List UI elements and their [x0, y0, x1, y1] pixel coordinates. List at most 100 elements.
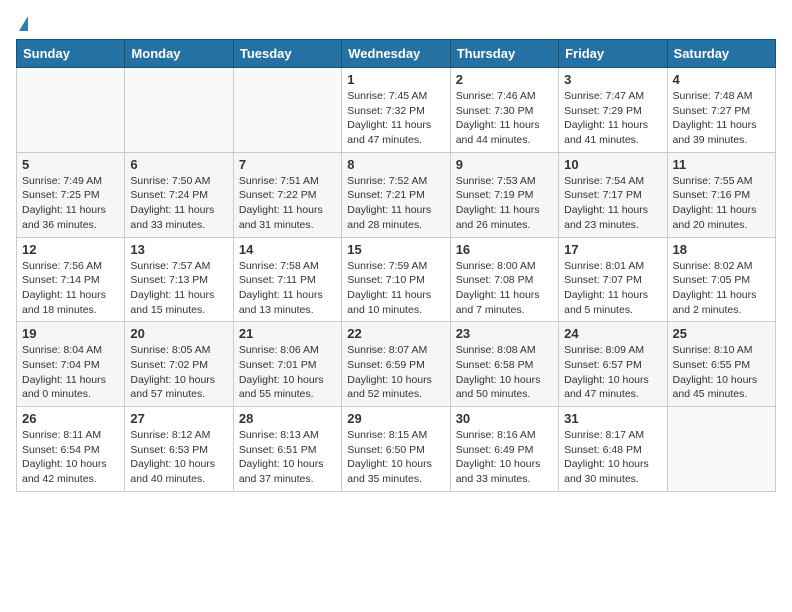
page-header [16, 16, 776, 29]
day-number: 29 [347, 411, 444, 426]
day-number: 19 [22, 326, 119, 341]
day-of-week-header: Friday [559, 40, 667, 68]
calendar-cell: 18Sunrise: 8:02 AM Sunset: 7:05 PM Dayli… [667, 237, 775, 322]
day-number: 1 [347, 72, 444, 87]
day-number: 11 [673, 157, 770, 172]
calendar-cell [17, 68, 125, 153]
day-number: 31 [564, 411, 661, 426]
day-content: Sunrise: 8:04 AM Sunset: 7:04 PM Dayligh… [22, 343, 119, 402]
day-number: 18 [673, 242, 770, 257]
day-content: Sunrise: 7:58 AM Sunset: 7:11 PM Dayligh… [239, 259, 336, 318]
day-content: Sunrise: 7:51 AM Sunset: 7:22 PM Dayligh… [239, 174, 336, 233]
day-content: Sunrise: 7:50 AM Sunset: 7:24 PM Dayligh… [130, 174, 227, 233]
calendar-cell: 23 Sunrise: 8:08 AM Sunset: 6:58 PM Dayli… [450, 322, 558, 407]
day-content: Sunrise: 8:12 AM Sunset: 6:53 PM Dayligh… [130, 428, 227, 487]
logo-triangle-icon [19, 16, 28, 31]
day-number: 28 [239, 411, 336, 426]
calendar-cell: 28Sunrise: 8:13 AM Sunset: 6:51 PM Dayli… [233, 407, 341, 492]
calendar-cell [233, 68, 341, 153]
calendar-cell: 30 Sunrise: 8:16 AM Sunset: 6:49 PM Dayli… [450, 407, 558, 492]
calendar-body: 1Sunrise: 7:45 AM Sunset: 7:32 PM Daylig… [17, 68, 776, 492]
calendar-cell: 2Sunrise: 7:46 AM Sunset: 7:30 PM Daylig… [450, 68, 558, 153]
day-of-week-header: Saturday [667, 40, 775, 68]
day-content: Sunrise: 8:16 AM Sunset: 6:49 PM Dayligh… [456, 428, 553, 487]
day-content: Sunrise: 7:55 AM Sunset: 7:16 PM Dayligh… [673, 174, 770, 233]
day-content: Sunrise: 8:00 AM Sunset: 7:08 PM Dayligh… [456, 259, 553, 318]
day-number: 2 [456, 72, 553, 87]
day-content: Sunrise: 7:48 AM Sunset: 7:27 PM Dayligh… [673, 89, 770, 148]
calendar-cell: 7 Sunrise: 7:51 AM Sunset: 7:22 PM Daylig… [233, 152, 341, 237]
day-of-week-header: Monday [125, 40, 233, 68]
day-content: Sunrise: 8:17 AM Sunset: 6:48 PM Dayligh… [564, 428, 661, 487]
day-content: Sunrise: 7:56 AM Sunset: 7:14 PM Dayligh… [22, 259, 119, 318]
calendar-cell: 9 Sunrise: 7:53 AM Sunset: 7:19 PM Daylig… [450, 152, 558, 237]
calendar-cell: 13Sunrise: 7:57 AM Sunset: 7:13 PM Dayli… [125, 237, 233, 322]
calendar-cell: 11 Sunrise: 7:55 AM Sunset: 7:16 PM Dayli… [667, 152, 775, 237]
day-number: 20 [130, 326, 227, 341]
day-number: 23 [456, 326, 553, 341]
calendar-cell: 12 Sunrise: 7:56 AM Sunset: 7:14 PM Dayli… [17, 237, 125, 322]
day-content: Sunrise: 7:47 AM Sunset: 7:29 PM Dayligh… [564, 89, 661, 148]
calendar-cell: 17 Sunrise: 8:01 AM Sunset: 7:07 PM Dayli… [559, 237, 667, 322]
day-number: 5 [22, 157, 119, 172]
day-number: 12 [22, 242, 119, 257]
calendar-cell: 8Sunrise: 7:52 AM Sunset: 7:21 PM Daylig… [342, 152, 450, 237]
calendar-cell: 21 Sunrise: 8:06 AM Sunset: 7:01 PM Dayli… [233, 322, 341, 407]
calendar-cell: 16 Sunrise: 8:00 AM Sunset: 7:08 PM Dayli… [450, 237, 558, 322]
day-number: 24 [564, 326, 661, 341]
calendar-cell: 6 Sunrise: 7:50 AM Sunset: 7:24 PM Daylig… [125, 152, 233, 237]
calendar-week-row: 12 Sunrise: 7:56 AM Sunset: 7:14 PM Dayli… [17, 237, 776, 322]
day-content: Sunrise: 7:57 AM Sunset: 7:13 PM Dayligh… [130, 259, 227, 318]
day-number: 17 [564, 242, 661, 257]
day-number: 7 [239, 157, 336, 172]
day-number: 21 [239, 326, 336, 341]
day-number: 3 [564, 72, 661, 87]
calendar-week-row: 5 Sunrise: 7:49 AM Sunset: 7:25 PM Daylig… [17, 152, 776, 237]
day-number: 4 [673, 72, 770, 87]
day-content: Sunrise: 7:59 AM Sunset: 7:10 PM Dayligh… [347, 259, 444, 318]
logo [16, 16, 28, 29]
calendar-cell: 20Sunrise: 8:05 AM Sunset: 7:02 PM Dayli… [125, 322, 233, 407]
day-content: Sunrise: 7:53 AM Sunset: 7:19 PM Dayligh… [456, 174, 553, 233]
calendar-cell: 10 Sunrise: 7:54 AM Sunset: 7:17 PM Dayli… [559, 152, 667, 237]
day-number: 10 [564, 157, 661, 172]
calendar-cell: 5 Sunrise: 7:49 AM Sunset: 7:25 PM Daylig… [17, 152, 125, 237]
day-number: 27 [130, 411, 227, 426]
calendar-cell: 3 Sunrise: 7:47 AM Sunset: 7:29 PM Daylig… [559, 68, 667, 153]
day-number: 6 [130, 157, 227, 172]
day-of-week-header: Tuesday [233, 40, 341, 68]
day-of-week-header: Thursday [450, 40, 558, 68]
calendar-cell [667, 407, 775, 492]
day-content: Sunrise: 8:10 AM Sunset: 6:55 PM Dayligh… [673, 343, 770, 402]
day-content: Sunrise: 8:08 AM Sunset: 6:58 PM Dayligh… [456, 343, 553, 402]
day-number: 8 [347, 157, 444, 172]
day-content: Sunrise: 7:49 AM Sunset: 7:25 PM Dayligh… [22, 174, 119, 233]
day-content: Sunrise: 8:11 AM Sunset: 6:54 PM Dayligh… [22, 428, 119, 487]
day-content: Sunrise: 8:15 AM Sunset: 6:50 PM Dayligh… [347, 428, 444, 487]
day-content: Sunrise: 7:54 AM Sunset: 7:17 PM Dayligh… [564, 174, 661, 233]
calendar-cell: 29 Sunrise: 8:15 AM Sunset: 6:50 PM Dayli… [342, 407, 450, 492]
calendar-cell: 14Sunrise: 7:58 AM Sunset: 7:11 PM Dayli… [233, 237, 341, 322]
calendar-cell: 4 Sunrise: 7:48 AM Sunset: 7:27 PM Daylig… [667, 68, 775, 153]
day-of-week-header: Wednesday [342, 40, 450, 68]
day-number: 25 [673, 326, 770, 341]
calendar-cell: 31 Sunrise: 8:17 AM Sunset: 6:48 PM Dayli… [559, 407, 667, 492]
day-content: Sunrise: 8:09 AM Sunset: 6:57 PM Dayligh… [564, 343, 661, 402]
calendar-week-row: 26 Sunrise: 8:11 AM Sunset: 6:54 PM Dayli… [17, 407, 776, 492]
calendar-header-row: SundayMondayTuesdayWednesdayThursdayFrid… [17, 40, 776, 68]
calendar-cell: 25 Sunrise: 8:10 AM Sunset: 6:55 PM Dayli… [667, 322, 775, 407]
day-of-week-header: Sunday [17, 40, 125, 68]
calendar-cell: 1Sunrise: 7:45 AM Sunset: 7:32 PM Daylig… [342, 68, 450, 153]
day-content: Sunrise: 8:06 AM Sunset: 7:01 PM Dayligh… [239, 343, 336, 402]
calendar-cell: 22Sunrise: 8:07 AM Sunset: 6:59 PM Dayli… [342, 322, 450, 407]
calendar-table: SundayMondayTuesdayWednesdayThursdayFrid… [16, 39, 776, 492]
calendar-cell: 27 Sunrise: 8:12 AM Sunset: 6:53 PM Dayli… [125, 407, 233, 492]
calendar-cell: 19 Sunrise: 8:04 AM Sunset: 7:04 PM Dayli… [17, 322, 125, 407]
day-content: Sunrise: 8:01 AM Sunset: 7:07 PM Dayligh… [564, 259, 661, 318]
day-number: 15 [347, 242, 444, 257]
day-number: 26 [22, 411, 119, 426]
day-number: 30 [456, 411, 553, 426]
day-number: 9 [456, 157, 553, 172]
day-number: 16 [456, 242, 553, 257]
day-number: 22 [347, 326, 444, 341]
